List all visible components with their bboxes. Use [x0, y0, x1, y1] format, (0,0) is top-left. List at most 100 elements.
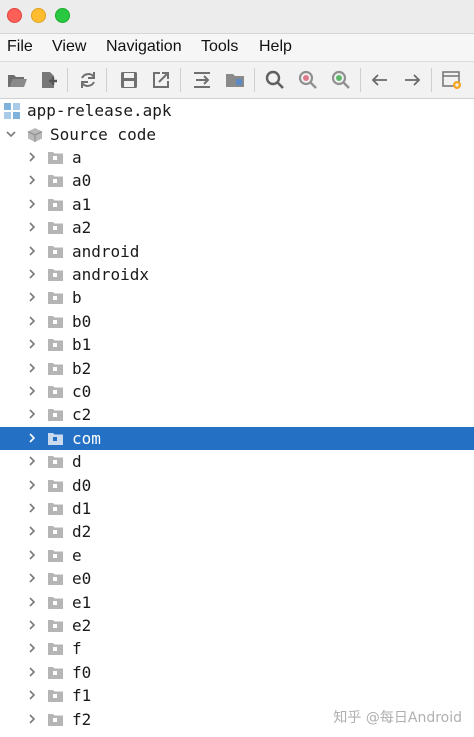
- chevron-right-icon[interactable]: [26, 291, 38, 303]
- preferences-icon[interactable]: [441, 69, 463, 91]
- tree-package-row[interactable]: d2: [0, 520, 474, 543]
- menu-navigation[interactable]: Navigation: [106, 38, 182, 56]
- tree-package-row[interactable]: e1: [0, 591, 474, 614]
- folder-icon: [48, 479, 63, 492]
- tree-package-row[interactable]: f: [0, 637, 474, 660]
- tree-package-label: a2: [72, 218, 92, 238]
- menu-bar: File View Navigation Tools Help: [0, 34, 474, 61]
- chevron-right-icon[interactable]: [26, 198, 38, 210]
- close-window-button[interactable]: [7, 8, 22, 23]
- chevron-right-icon[interactable]: [26, 174, 38, 186]
- toolbar-separator: [254, 68, 255, 92]
- toolbar-separator: [67, 68, 68, 92]
- menu-tools[interactable]: Tools: [201, 38, 238, 56]
- apk-icon: [4, 103, 20, 119]
- tree-package-row[interactable]: b0: [0, 310, 474, 333]
- tree-package-row[interactable]: b: [0, 286, 474, 309]
- search-class-icon[interactable]: [297, 69, 319, 91]
- tree-package-label: e0: [72, 569, 92, 589]
- tree-package-row[interactable]: d0: [0, 474, 474, 497]
- chevron-right-icon[interactable]: [26, 525, 38, 537]
- tree-source-code[interactable]: Source code: [0, 123, 474, 146]
- tree-package-row[interactable]: e2: [0, 614, 474, 637]
- chevron-down-icon[interactable]: [5, 128, 17, 140]
- chevron-right-icon[interactable]: [26, 221, 38, 233]
- tree-package-row[interactable]: c2: [0, 403, 474, 426]
- toolbar-separator: [180, 68, 181, 92]
- tree-package-row[interactable]: b2: [0, 357, 474, 380]
- search-usage-icon[interactable]: [330, 69, 352, 91]
- tree-package-row[interactable]: e0: [0, 567, 474, 590]
- search-icon[interactable]: [264, 69, 286, 91]
- source-code-label: Source code: [50, 125, 156, 144]
- chevron-right-icon[interactable]: [26, 268, 38, 280]
- menu-file[interactable]: File: [7, 38, 33, 56]
- sync-icon[interactable]: [77, 69, 99, 91]
- chevron-right-icon[interactable]: [26, 455, 38, 467]
- chevron-right-icon[interactable]: [26, 642, 38, 654]
- back-icon[interactable]: [369, 69, 391, 91]
- tree-package-row[interactable]: f0: [0, 661, 474, 684]
- tree-package-row[interactable]: a0: [0, 169, 474, 192]
- menu-view[interactable]: View: [52, 38, 86, 56]
- tree-package-row[interactable]: e: [0, 544, 474, 567]
- chevron-right-icon[interactable]: [26, 619, 38, 631]
- package-icon: [27, 127, 43, 143]
- chevron-right-icon[interactable]: [26, 151, 38, 163]
- tree-package-row[interactable]: f1: [0, 684, 474, 707]
- tree-package-row[interactable]: android: [0, 240, 474, 263]
- chevron-right-icon[interactable]: [26, 432, 38, 444]
- tree-package-label: d0: [72, 475, 92, 495]
- folder-icon: [48, 619, 63, 632]
- export-icon[interactable]: [150, 69, 172, 91]
- tree-package-label: a1: [72, 194, 92, 214]
- tree-package-row[interactable]: a: [0, 146, 474, 169]
- tree-package-label: d1: [72, 499, 92, 518]
- tree-package-row[interactable]: d1: [0, 497, 474, 520]
- chevron-right-icon[interactable]: [26, 408, 38, 420]
- chevron-right-icon[interactable]: [26, 479, 38, 491]
- folder-icon: [48, 174, 63, 188]
- minimize-window-button[interactable]: [31, 8, 46, 23]
- tree-package-label: com: [72, 428, 101, 448]
- menu-help[interactable]: Help: [259, 38, 292, 56]
- chevron-right-icon[interactable]: [26, 385, 38, 397]
- folder-icon[interactable]: [224, 69, 246, 91]
- maximize-window-button[interactable]: [55, 8, 70, 23]
- chevron-right-icon[interactable]: [26, 362, 38, 374]
- tree-package-row[interactable]: d: [0, 450, 474, 473]
- decompile-icon[interactable]: [191, 69, 213, 91]
- chevron-right-icon[interactable]: [26, 596, 38, 608]
- tree-package-row[interactable]: b1: [0, 333, 474, 356]
- chevron-right-icon[interactable]: [26, 315, 38, 327]
- tree-root[interactable]: app-release.apk: [0, 99, 474, 122]
- tree-package-row[interactable]: androidx: [0, 263, 474, 286]
- toolbar-separator: [106, 68, 107, 92]
- chevron-right-icon[interactable]: [26, 713, 38, 725]
- chevron-right-icon[interactable]: [26, 689, 38, 701]
- chevron-right-icon[interactable]: [26, 338, 38, 350]
- folder-icon: [48, 151, 63, 164]
- toolbar: [0, 61, 474, 99]
- chevron-right-icon[interactable]: [26, 549, 38, 561]
- folder-icon: [48, 245, 63, 258]
- tree-package-row[interactable]: com: [0, 426, 474, 450]
- add-files-icon[interactable]: [38, 69, 60, 91]
- tree-package-row[interactable]: c0: [0, 380, 474, 403]
- tree-package-row[interactable]: a2: [0, 216, 474, 239]
- tree-package-label: e2: [72, 616, 92, 635]
- tree-package-label: f0: [72, 662, 92, 682]
- forward-icon[interactable]: [401, 69, 423, 91]
- folder-icon: [48, 713, 63, 726]
- save-icon[interactable]: [118, 69, 140, 91]
- folder-icon: [48, 642, 63, 656]
- tree-package-label: b2: [72, 358, 92, 378]
- chevron-right-icon[interactable]: [26, 245, 38, 257]
- tree-package-row[interactable]: a1: [0, 193, 474, 216]
- open-file-icon[interactable]: [6, 69, 28, 91]
- tree-package-label: f: [72, 639, 82, 659]
- chevron-right-icon[interactable]: [26, 502, 38, 514]
- chevron-right-icon[interactable]: [26, 572, 38, 584]
- chevron-right-icon[interactable]: [26, 666, 38, 678]
- tree-package-label: d: [72, 452, 82, 472]
